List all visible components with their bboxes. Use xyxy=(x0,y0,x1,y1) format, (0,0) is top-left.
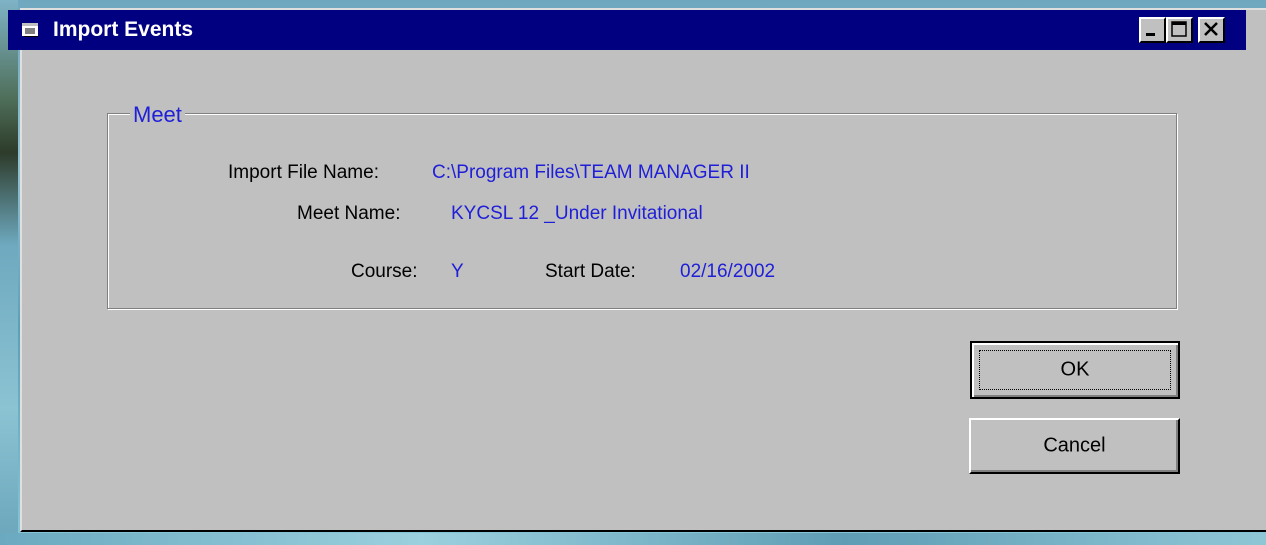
meet-name-label: Meet Name: xyxy=(297,203,401,224)
title-bar[interactable]: Import Events xyxy=(8,10,1246,50)
minimize-icon xyxy=(1146,33,1155,36)
maximize-icon xyxy=(1171,21,1187,37)
cancel-button-label: Cancel xyxy=(1043,434,1106,457)
import-file-name-value: C:\Program Files\TEAM MANAGER II xyxy=(432,162,750,183)
ok-button[interactable]: OK xyxy=(970,341,1180,399)
app-window-icon xyxy=(22,23,38,37)
meet-name-value: KYCSL 12 _Under Invitational xyxy=(451,203,703,224)
course-label: Course: xyxy=(351,261,418,282)
window-title: Import Events xyxy=(53,18,194,41)
meet-group-label: Meet xyxy=(130,103,185,127)
import-file-name-label: Import File Name: xyxy=(228,162,379,183)
minimize-button[interactable] xyxy=(1139,17,1166,43)
desktop-background xyxy=(0,0,18,545)
start-date-value: 02/16/2002 xyxy=(680,261,776,282)
start-date-label: Start Date: xyxy=(545,261,636,282)
desktop-background-bottom xyxy=(0,533,1266,545)
maximize-button[interactable] xyxy=(1166,17,1193,43)
course-value: Y xyxy=(451,261,464,282)
close-icon xyxy=(1204,22,1218,36)
ok-button-label: OK xyxy=(1060,358,1090,381)
close-button[interactable] xyxy=(1198,17,1225,43)
cancel-button[interactable]: Cancel xyxy=(969,418,1180,474)
